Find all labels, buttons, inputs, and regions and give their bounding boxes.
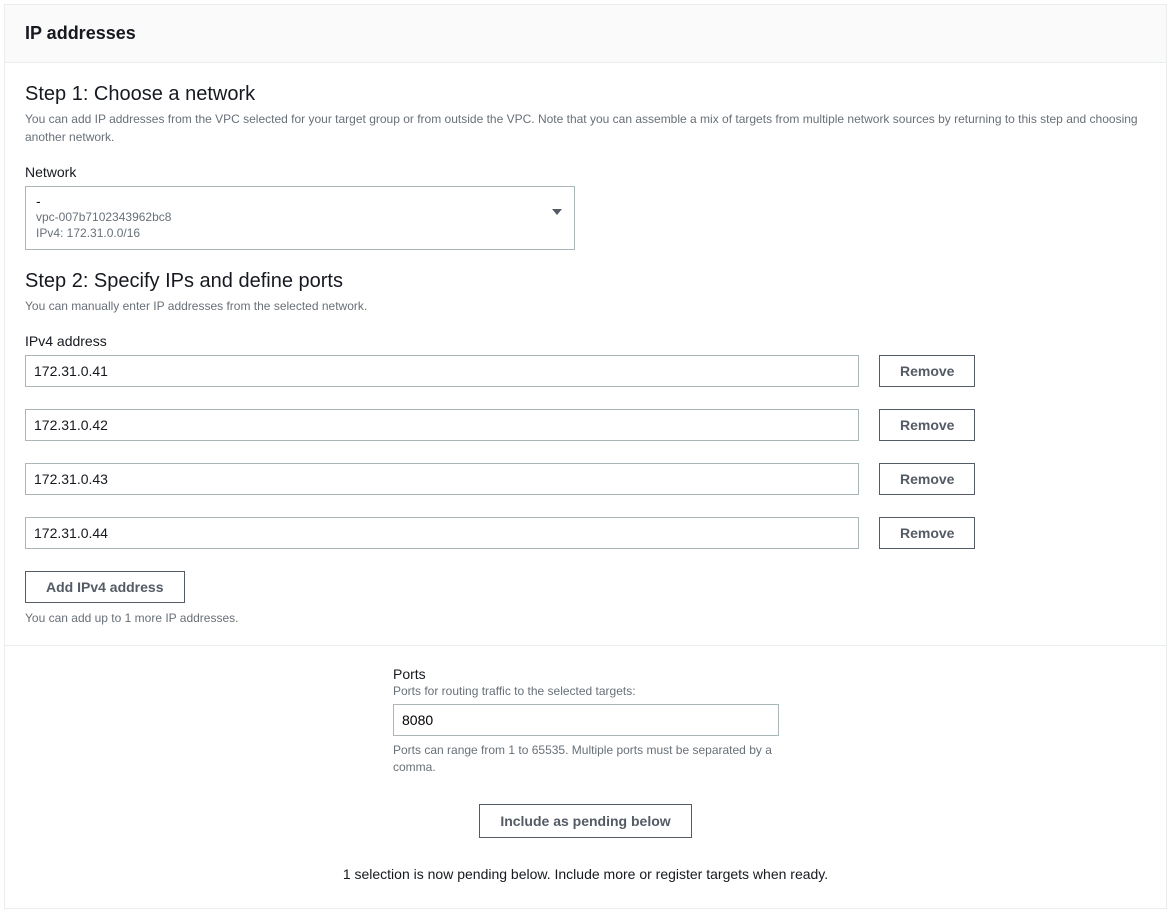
ipv4-address-input[interactable] (25, 517, 859, 549)
remove-button[interactable]: Remove (879, 355, 975, 387)
ipv4-address-input[interactable] (25, 355, 859, 387)
step2-section: Step 2: Specify IPs and define ports You… (5, 270, 1166, 645)
network-select-vpc: vpc-007b7102343962bc8 (36, 209, 564, 225)
network-select-main: - (36, 193, 564, 209)
remove-button[interactable]: Remove (879, 409, 975, 441)
ipv4-address-input[interactable] (25, 409, 859, 441)
ports-label: Ports (393, 666, 781, 682)
step1-title: Step 1: Choose a network (25, 83, 1146, 106)
panel-title: IP addresses (25, 23, 1146, 44)
chevron-down-icon (552, 209, 562, 215)
ip-addresses-panel: IP addresses Step 1: Choose a network Yo… (4, 4, 1167, 909)
add-ipv4-address-button[interactable]: Add IPv4 address (25, 571, 185, 603)
pending-message: 1 selection is now pending below. Includ… (25, 866, 1146, 882)
add-ipv4-hint: You can add up to 1 more IP addresses. (25, 611, 1146, 625)
remove-button[interactable]: Remove (879, 517, 975, 549)
ip-row: Remove (25, 463, 1146, 495)
ipv4-address-label: IPv4 address (25, 333, 1146, 349)
step2-description: You can manually enter IP addresses from… (25, 297, 1146, 315)
step1-section: Step 1: Choose a network You can add IP … (5, 63, 1166, 270)
ip-row: Remove (25, 355, 1146, 387)
ip-row: Remove (25, 409, 1146, 441)
ports-inner: Ports Ports for routing traffic to the s… (393, 666, 781, 776)
ports-hint: Ports can range from 1 to 65535. Multipl… (393, 742, 781, 776)
ports-description: Ports for routing traffic to the selecte… (393, 684, 781, 698)
step2-title: Step 2: Specify IPs and define ports (25, 270, 1146, 293)
include-as-pending-button[interactable]: Include as pending below (479, 804, 691, 838)
remove-button[interactable]: Remove (879, 463, 975, 495)
network-select[interactable]: - vpc-007b7102343962bc8 IPv4: 172.31.0.0… (25, 186, 575, 250)
ports-section: Ports Ports for routing traffic to the s… (5, 646, 1166, 908)
panel-header: IP addresses (5, 5, 1166, 63)
include-button-row: Include as pending below (25, 804, 1146, 838)
network-label: Network (25, 164, 1146, 180)
ipv4-address-input[interactable] (25, 463, 859, 495)
step1-description: You can add IP addresses from the VPC se… (25, 110, 1146, 146)
ports-input[interactable] (393, 704, 779, 736)
network-select-cidr: IPv4: 172.31.0.0/16 (36, 225, 564, 241)
ip-row: Remove (25, 517, 1146, 549)
